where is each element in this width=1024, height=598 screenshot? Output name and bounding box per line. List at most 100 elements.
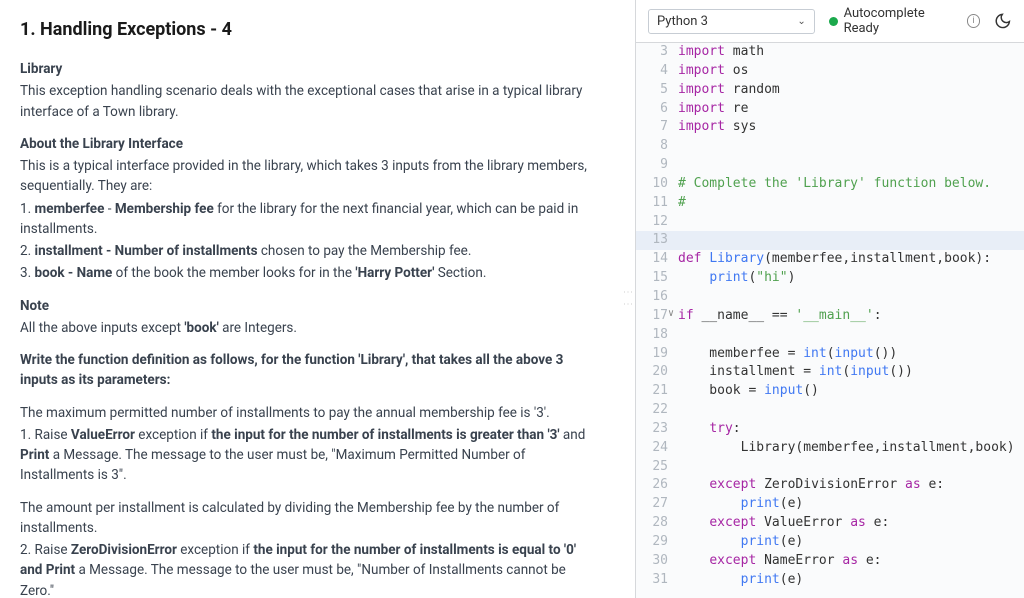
code-line[interactable]: 21 book = input() [636,382,1024,401]
code-content[interactable]: ∨ if __name__ == '__main__': [678,307,1024,326]
code-content[interactable]: # Complete the 'Library' function below. [678,175,1024,194]
code-editor[interactable]: 3import math4import os5import random6imp… [636,43,1024,598]
code-content[interactable] [678,137,1024,156]
line-number: 9 [636,156,678,175]
line-number: 31 [636,571,678,590]
code-content[interactable] [678,326,1024,345]
code-line[interactable]: 18 [636,326,1024,345]
code-content[interactable]: import re [678,100,1024,119]
code-content[interactable]: installment = int(input()) [678,363,1024,382]
code-line[interactable]: 23 try: [636,420,1024,439]
code-content[interactable] [678,213,1024,232]
code-content[interactable]: print(e) [678,495,1024,514]
code-content[interactable]: print(e) [678,571,1024,590]
code-content[interactable]: try: [678,420,1024,439]
autocomplete-status: Autocomplete Ready i [829,6,981,36]
section-interface-head: About the Library Interface [20,134,600,154]
line-number: 22 [636,401,678,420]
status-dot-icon [829,17,838,26]
section-interface-intro: This is a typical interface provided in … [20,156,600,197]
input-item-1: 1. memberfee - Membership fee for the li… [20,199,600,240]
code-line[interactable]: 14def Library(memberfee,installment,book… [636,250,1024,269]
code-line[interactable]: 29 print(e) [636,533,1024,552]
code-content[interactable]: except ValueError as e: [678,514,1024,533]
code-line[interactable]: 19 memberfee = int(input()) [636,345,1024,364]
code-content[interactable]: except ZeroDivisionError as e: [678,476,1024,495]
code-line[interactable]: 7import sys [636,118,1024,137]
code-line[interactable]: 5import random [636,81,1024,100]
code-line[interactable]: 6import re [636,100,1024,119]
line-number: 5 [636,81,678,100]
line-number: 26 [636,476,678,495]
autocomplete-label: Autocomplete Ready [844,6,961,36]
language-label: Python 3 [657,14,708,29]
code-line[interactable]: 22 [636,401,1024,420]
code-content[interactable]: import math [678,43,1024,62]
code-content[interactable]: import random [678,81,1024,100]
fold-icon[interactable]: ∨ [668,307,680,322]
line-number: 6 [636,100,678,119]
code-line[interactable]: 17∨ if __name__ == '__main__': [636,307,1024,326]
theme-toggle-icon[interactable] [994,12,1012,30]
code-line[interactable]: 13 [636,231,1024,250]
line-number: 24 [636,439,678,458]
line-number: 15 [636,269,678,288]
code-content[interactable]: book = input() [678,382,1024,401]
line-number: 21 [636,382,678,401]
task-instruction: Write the function definition as follows… [20,350,600,391]
code-line[interactable]: 3import math [636,43,1024,62]
code-line[interactable]: 11# [636,194,1024,213]
code-content[interactable] [678,288,1024,307]
code-line[interactable]: 15 print("hi") [636,269,1024,288]
code-content[interactable]: import os [678,62,1024,81]
section-library-text: This exception handling scenario deals w… [20,81,600,122]
code-content[interactable] [678,401,1024,420]
line-number: 28 [636,514,678,533]
code-line[interactable]: 31 print(e) [636,571,1024,590]
code-line[interactable]: 12 [636,213,1024,232]
code-content[interactable]: # [678,194,1024,213]
line-number: 16 [636,288,678,307]
line-number: 11 [636,194,678,213]
code-line[interactable]: 27 print(e) [636,495,1024,514]
line-number: 7 [636,118,678,137]
info-icon[interactable]: i [967,14,981,28]
code-content[interactable]: except NameError as e: [678,552,1024,571]
input-item-3: 3. book - Name of the book the member lo… [20,263,600,283]
line-number: 12 [636,213,678,232]
rule-valueerror: 1. Raise ValueError exception if the inp… [20,425,600,486]
resize-handle[interactable]: ⋮⋮ [620,287,635,311]
code-content[interactable]: memberfee = int(input()) [678,345,1024,364]
editor-toolbar: Python 3 ⌄ Autocomplete Ready i [636,0,1024,43]
input-item-2: 2. installment - Number of installments … [20,241,600,261]
code-line[interactable]: 16 [636,288,1024,307]
code-line[interactable]: 24 Library(memberfee,installment,book) [636,439,1024,458]
code-content[interactable]: Library(memberfee,installment,book) [678,439,1024,458]
code-content[interactable]: print("hi") [678,269,1024,288]
code-content[interactable]: def Library(memberfee,installment,book): [678,250,1024,269]
line-number: 13 [636,231,678,250]
line-number: 14 [636,250,678,269]
code-content[interactable] [678,458,1024,477]
code-line[interactable]: 28 except ValueError as e: [636,514,1024,533]
line-number: 4 [636,62,678,81]
code-line[interactable]: 30 except NameError as e: [636,552,1024,571]
code-line[interactable]: 10# Complete the 'Library' function belo… [636,175,1024,194]
code-line[interactable]: 20 installment = int(input()) [636,363,1024,382]
code-line[interactable]: 8 [636,137,1024,156]
code-content[interactable]: import sys [678,118,1024,137]
chevron-down-icon: ⌄ [797,16,805,27]
line-number: 10 [636,175,678,194]
note-text: All the above inputs except 'book' are I… [20,318,600,338]
code-line[interactable]: 26 except ZeroDivisionError as e: [636,476,1024,495]
code-line[interactable]: 9 [636,156,1024,175]
code-line[interactable]: 4import os [636,62,1024,81]
code-line[interactable]: 25 [636,458,1024,477]
problem-description: 1. Handling Exceptions - 4 Library This … [0,0,620,598]
line-number: 30 [636,552,678,571]
line-number: 29 [636,533,678,552]
code-content[interactable]: print(e) [678,533,1024,552]
section-library-head: Library [20,59,600,79]
code-content[interactable] [678,156,1024,175]
language-select[interactable]: Python 3 ⌄ [648,9,815,34]
